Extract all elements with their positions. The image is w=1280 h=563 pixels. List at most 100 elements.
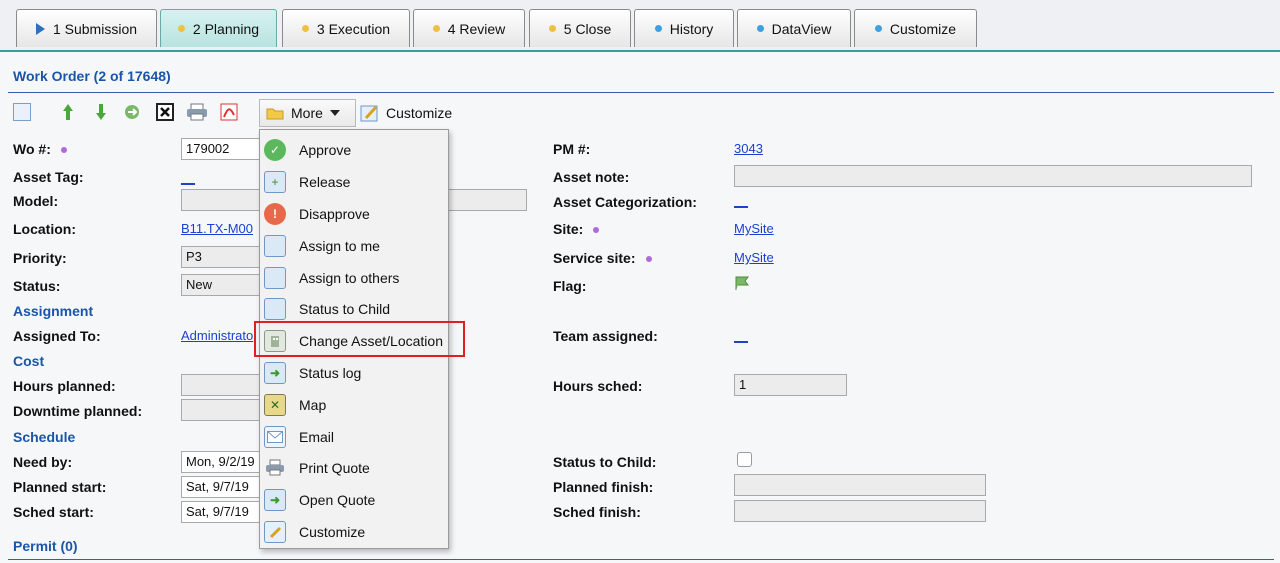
sched-finish-field[interactable]	[734, 500, 986, 522]
tab-label: History	[669, 20, 714, 37]
planned-finish-field[interactable]	[734, 474, 986, 496]
service-site-link[interactable]: MySite	[734, 250, 774, 265]
arrow-right-icon: ➜	[264, 362, 286, 384]
tab-planning[interactable]: 2 Planning	[160, 9, 277, 47]
menu-item-map[interactable]: ✕ Map	[260, 390, 448, 420]
dot-icon	[548, 25, 556, 32]
edit-icon	[264, 521, 286, 543]
dot-icon	[874, 25, 882, 32]
menu-item-print-quote[interactable]: Print Quote	[260, 453, 448, 483]
customize-button[interactable]: Customize	[360, 99, 452, 127]
refresh-icon[interactable]	[123, 103, 141, 121]
hours-sched-label: Hours sched:	[553, 378, 643, 394]
more-button[interactable]: More	[259, 99, 356, 127]
hours-planned-field[interactable]	[181, 374, 261, 396]
tab-customize[interactable]: Customize	[854, 9, 977, 47]
wo-number-field[interactable]: 179002	[181, 138, 261, 160]
menu-item-email[interactable]: Email	[260, 422, 448, 452]
planned-finish-label: Planned finish:	[553, 479, 654, 495]
dot-icon	[301, 25, 309, 32]
asset-categorization-label: Asset Categorization:	[553, 194, 697, 210]
tab-close[interactable]: 5 Close	[529, 9, 631, 47]
tab-label: 2 Planning	[192, 20, 260, 37]
document-icon	[264, 298, 286, 320]
planned-start-field[interactable]: Sat, 9/7/19	[181, 476, 261, 498]
menu-item-open-quote[interactable]: ➜ Open Quote	[260, 485, 448, 515]
hours-planned-label: Hours planned:	[13, 378, 116, 394]
downtime-planned-field[interactable]	[181, 399, 261, 421]
hours-sched-field[interactable]: 1	[734, 374, 847, 396]
status-to-child-label: Status to Child:	[553, 454, 657, 470]
menu-item-customize[interactable]: Customize	[260, 517, 448, 547]
service-site-label: Service site:	[553, 250, 652, 266]
play-triangle-icon	[35, 22, 45, 35]
required-dot-icon	[593, 227, 600, 234]
asset-categorization-link[interactable]	[734, 206, 748, 208]
tab-execution[interactable]: 3 Execution	[282, 9, 410, 47]
assigned-to-link[interactable]: Administrato	[181, 328, 253, 343]
team-assigned-label: Team assigned:	[553, 328, 658, 344]
asset-tag-link[interactable]	[181, 183, 195, 185]
need-by-field[interactable]: Mon, 9/2/19	[181, 451, 261, 473]
priority-field[interactable]: P3	[181, 246, 261, 268]
site-label: Site:	[553, 221, 600, 237]
tab-label: 5 Close	[563, 20, 612, 37]
document-icon	[264, 235, 286, 257]
tab-label: 3 Execution	[316, 20, 391, 37]
asset-note-label: Asset note:	[553, 169, 630, 185]
permit-group-title: Permit (0)	[13, 538, 78, 554]
assignment-group-title: Assignment	[13, 303, 94, 319]
printer-icon[interactable]	[186, 103, 208, 121]
dot-icon	[654, 25, 662, 32]
menu-item-status-log[interactable]: ➜ Status log	[260, 358, 448, 388]
flag-label: Flag:	[553, 278, 587, 294]
document-add-icon: +	[264, 171, 286, 193]
menu-item-assign-to-me[interactable]: Assign to me	[260, 231, 448, 261]
tab-dataview[interactable]: DataView	[737, 9, 851, 47]
document-icon	[264, 267, 286, 289]
highlight-box	[254, 321, 465, 357]
check-circle-icon: ✓	[264, 139, 286, 161]
alert-circle-icon: !	[264, 203, 286, 225]
location-label: Location:	[13, 221, 76, 237]
menu-item-approve[interactable]: ✓ Approve	[260, 135, 448, 165]
status-field[interactable]: New	[181, 274, 261, 296]
edit-icon[interactable]	[13, 103, 31, 121]
model-label: Model:	[13, 193, 59, 209]
tab-submission[interactable]: 1 Submission	[16, 9, 157, 47]
more-label: More	[291, 105, 323, 121]
need-by-label: Need by:	[13, 454, 73, 470]
menu-item-status-to-child[interactable]: Status to Child	[260, 294, 448, 324]
assigned-to-label: Assigned To:	[13, 328, 101, 344]
dot-icon	[756, 25, 764, 32]
asset-tag-label: Asset Tag:	[13, 169, 84, 185]
menu-item-disapprove[interactable]: ! Disapprove	[260, 199, 448, 229]
section-divider	[8, 92, 1274, 93]
delete-icon[interactable]	[156, 103, 174, 121]
required-dot-icon	[60, 147, 67, 154]
status-to-child-checkbox[interactable]	[737, 452, 752, 467]
tab-review[interactable]: 4 Review	[413, 9, 525, 47]
tab-history[interactable]: History	[634, 9, 734, 47]
customize-label: Customize	[386, 105, 453, 121]
team-assigned-link[interactable]	[734, 341, 748, 343]
site-link[interactable]: MySite	[734, 221, 774, 236]
pm-number-link[interactable]: 3043	[734, 141, 763, 156]
model-field-extension[interactable]	[447, 189, 527, 211]
cost-group-title: Cost	[13, 353, 45, 369]
arrow-down-icon[interactable]	[95, 103, 107, 121]
menu-item-release[interactable]: + Release	[260, 167, 448, 197]
location-link[interactable]: B11.TX-M00	[181, 221, 253, 236]
printer-icon	[264, 457, 286, 479]
arrow-up-icon[interactable]	[62, 103, 74, 121]
menu-item-assign-to-others[interactable]: Assign to others	[260, 263, 448, 293]
schedule-group-title: Schedule	[13, 429, 76, 445]
asset-note-field[interactable]	[734, 165, 1252, 187]
sched-start-field[interactable]: Sat, 9/7/19	[181, 501, 261, 523]
folder-icon	[266, 108, 284, 120]
pdf-icon[interactable]	[220, 103, 238, 121]
tab-label: 1 Submission	[52, 20, 138, 37]
flag-icon[interactable]	[734, 275, 752, 294]
tab-bar: 1 Submission 2 Planning 3 Execution 4 Re…	[0, 0, 1280, 52]
model-field[interactable]	[181, 189, 261, 211]
